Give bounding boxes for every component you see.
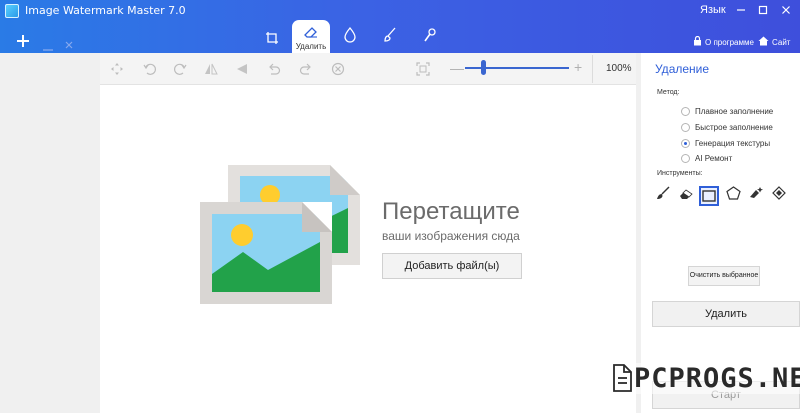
drop-subline: ваши изображения сюда (382, 229, 520, 243)
method-option-quick-fill[interactable]: Быстрое заполнение (681, 121, 773, 133)
watermark: PCPROGS.NET (632, 362, 800, 394)
maximize-icon[interactable] (754, 2, 772, 20)
method-option-ai-repair[interactable]: AI Ремонт (681, 152, 732, 164)
pattern-select-icon[interactable] (769, 186, 789, 206)
title-bar: Image Watermark Master 7.0 Язык Удалить … (0, 0, 800, 53)
flip-vertical-icon[interactable] (235, 62, 249, 76)
move-icon[interactable] (110, 62, 124, 76)
drop-icon (343, 26, 357, 47)
watermark-logo (613, 364, 632, 392)
crop-icon (265, 32, 279, 49)
brush-icon[interactable] (653, 186, 673, 206)
redo-icon[interactable] (299, 62, 313, 76)
drop-area[interactable] (100, 86, 636, 413)
site-link[interactable]: Сайт (758, 36, 790, 48)
app-logo-icon (5, 4, 19, 18)
rectangle-select-icon[interactable] (699, 186, 719, 206)
zoom-value: 100% (606, 63, 632, 74)
add-icon[interactable] (16, 34, 30, 52)
method-option-smooth-fill[interactable]: Плавное заполнение (681, 105, 773, 117)
panel-title: Удаление (655, 62, 710, 76)
app-window: Image Watermark Master 7.0 Язык Удалить … (0, 0, 800, 413)
method-option-label: AI Ремонт (695, 153, 733, 163)
images-placeholder-icon (200, 165, 360, 304)
app-title: Image Watermark Master 7.0 (25, 4, 186, 17)
tab-tools[interactable] (412, 22, 448, 53)
zoom-in-icon[interactable]: + (574, 59, 582, 75)
watermark-text: PCPROGS.NET (632, 362, 800, 394)
polygon-select-icon[interactable] (723, 186, 743, 206)
add-files-button[interactable]: Добавить файл(ы) (382, 253, 522, 279)
title-row: Image Watermark Master 7.0 Язык (0, 0, 800, 22)
eraser-icon (303, 26, 319, 43)
radio-button[interactable] (681, 106, 690, 116)
home-icon (758, 36, 769, 48)
method-option-label: Быстрое заполнение (695, 122, 773, 132)
radio-button[interactable] (681, 122, 690, 132)
rotate-right-icon[interactable] (173, 62, 187, 76)
undo-icon[interactable] (267, 62, 281, 76)
method-option-label: Плавное заполнение (695, 106, 774, 116)
tab-brush[interactable] (372, 22, 408, 53)
toolbar-divider (592, 55, 593, 83)
magic-brush-icon[interactable] (746, 186, 766, 206)
clear-all-icon[interactable] (65, 37, 73, 53)
fit-icon[interactable] (416, 62, 430, 76)
lock-icon (693, 35, 702, 48)
about-label: О программе (705, 37, 754, 47)
clear-selection-button[interactable]: Очистить выбранное (688, 266, 760, 286)
radio-button[interactable] (681, 153, 690, 163)
radio-button-selected[interactable] (681, 138, 690, 148)
method-label: Метод: (657, 89, 680, 96)
tab-remove[interactable]: Удалить (292, 20, 330, 53)
minimize-icon[interactable] (732, 2, 750, 20)
remove-panel: Удаление Метод: Плавное заполнение Быстр… (641, 53, 800, 413)
method-option-texture-generation[interactable]: Генерация текстуры (681, 137, 770, 149)
rotate-left-icon[interactable] (143, 62, 157, 76)
zoom-out-icon[interactable]: — (450, 60, 464, 76)
site-label: Сайт (772, 37, 791, 47)
language-menu[interactable]: Язык (700, 4, 726, 16)
cancel-icon[interactable] (331, 62, 345, 76)
edit-toolbar: — + 100% (100, 53, 636, 85)
wrench-icon (423, 28, 437, 47)
tools-label: Инструменты: (657, 170, 703, 177)
eraser-icon[interactable] (676, 186, 696, 206)
left-gutter (0, 53, 100, 413)
zoom-slider-handle[interactable] (481, 60, 486, 75)
tab-watermark[interactable] (332, 22, 368, 53)
close-icon[interactable] (777, 2, 795, 20)
tab-remove-label: Удалить (295, 42, 327, 51)
method-option-label: Генерация текстуры (695, 138, 771, 148)
brush-icon (383, 27, 397, 47)
about-link[interactable]: О программе (693, 35, 754, 48)
drop-headline: Перетащите (382, 198, 520, 225)
flip-horizontal-icon[interactable] (204, 62, 218, 76)
remove-button[interactable]: Удалить (652, 301, 800, 327)
